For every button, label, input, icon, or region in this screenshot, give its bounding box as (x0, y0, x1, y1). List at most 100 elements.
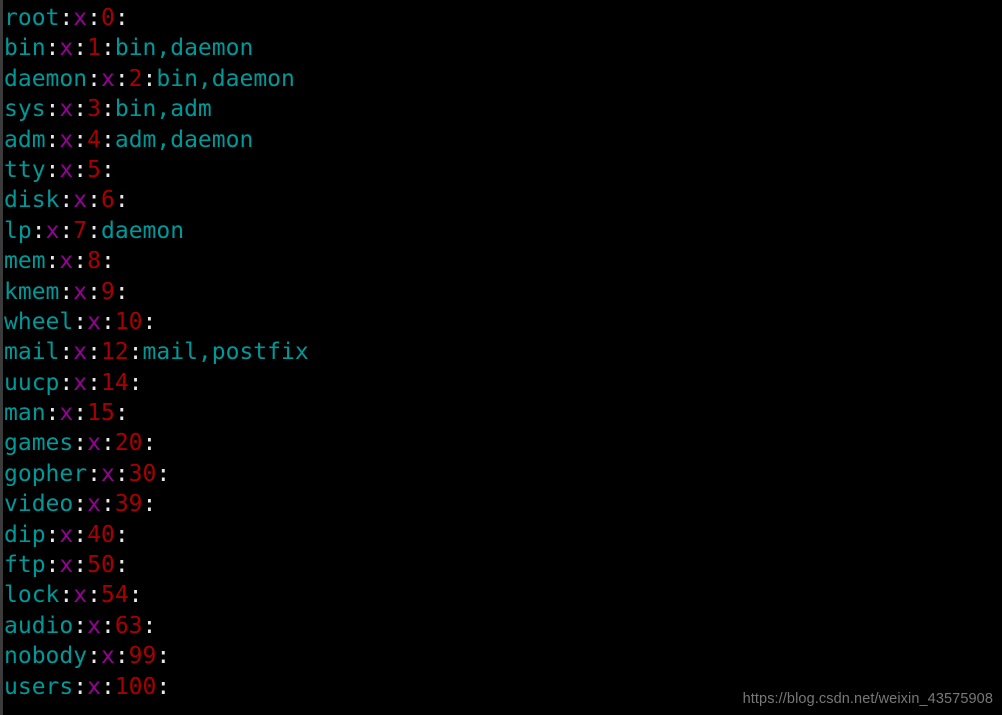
group-gid: 2 (128, 65, 143, 92)
group-entry-line: mail:x:12:mail,postfix (4, 337, 994, 367)
field-separator: : (45, 156, 60, 183)
field-separator: : (73, 673, 88, 700)
field-separator: : (100, 308, 115, 335)
group-entry-line: dip:x:40: (4, 520, 994, 550)
group-password-placeholder: x (73, 278, 88, 305)
group-name: wheel (4, 308, 74, 335)
field-separator: : (100, 673, 115, 700)
group-entry-line: video:x:39: (4, 489, 994, 519)
field-separator: : (45, 248, 60, 275)
group-name: kmem (4, 278, 60, 305)
group-password-placeholder: x (73, 187, 88, 214)
group-name: root (4, 5, 60, 31)
group-gid: 39 (114, 491, 143, 518)
field-separator: : (59, 339, 74, 366)
field-separator: : (59, 217, 74, 244)
field-separator: : (87, 582, 101, 609)
field-separator: : (45, 35, 60, 62)
field-separator: : (87, 369, 101, 396)
terminal-output: root:x:0: bin:x:1:bin,daemon daemon:x:2:bi… (4, 0, 994, 702)
group-name: mail (4, 339, 60, 366)
group-members: mail,postfix (142, 339, 309, 366)
group-entry-line: mem:x:8: (4, 246, 994, 276)
terminal-window[interactable]: root:x:0: bin:x:1:bin,daemon daemon:x:2:bi… (0, 0, 1002, 715)
group-entry-line: tty:x:5: (4, 155, 994, 185)
group-name: gopher (4, 460, 88, 487)
group-gid: 4 (87, 126, 101, 153)
field-separator: : (114, 460, 129, 487)
group-name: dip (4, 521, 46, 548)
group-password-placeholder: x (59, 35, 74, 62)
group-gid: 99 (128, 643, 157, 670)
group-password-placeholder: x (73, 339, 88, 366)
group-name: bin (4, 35, 46, 62)
field-separator: : (128, 582, 143, 609)
field-separator: : (59, 369, 74, 396)
group-password-placeholder: x (100, 460, 115, 487)
field-separator: : (114, 552, 129, 579)
group-gid: 30 (128, 460, 157, 487)
group-entry-line: man:x:15: (4, 398, 994, 428)
group-password-placeholder: x (45, 217, 60, 244)
group-password-placeholder: x (59, 400, 74, 427)
field-separator: : (114, 521, 129, 548)
group-name: daemon (4, 65, 88, 92)
group-name: tty (4, 156, 46, 183)
field-separator: : (100, 430, 115, 457)
group-gid: 12 (100, 339, 129, 366)
field-separator: : (114, 278, 129, 305)
field-separator: : (87, 217, 101, 244)
field-separator: : (100, 248, 115, 275)
group-name: audio (4, 612, 74, 639)
group-password-placeholder: x (87, 673, 101, 700)
field-separator: : (142, 491, 157, 518)
group-gid: 100 (114, 673, 157, 700)
field-separator: : (31, 217, 46, 244)
field-separator: : (142, 430, 157, 457)
field-separator: : (87, 339, 101, 366)
terminal-left-edge-strip (0, 0, 3, 715)
group-entry-line: audio:x:63: (4, 611, 994, 641)
field-separator: : (156, 460, 171, 487)
field-separator: : (87, 460, 101, 487)
group-password-placeholder: x (87, 491, 101, 518)
field-separator: : (114, 400, 129, 427)
group-password-placeholder: x (59, 552, 74, 579)
group-password-placeholder: x (100, 65, 115, 92)
group-gid: 63 (114, 612, 143, 639)
group-password-placeholder: x (73, 5, 88, 31)
group-name: lock (4, 582, 60, 609)
field-separator: : (100, 491, 115, 518)
field-separator: : (59, 187, 74, 214)
field-separator: : (87, 65, 101, 92)
group-entry-line: lock:x:54: (4, 580, 994, 610)
field-separator: : (73, 126, 88, 153)
field-separator: : (73, 612, 88, 639)
group-name: video (4, 491, 74, 518)
group-password-placeholder: x (73, 369, 88, 396)
group-gid: 5 (87, 156, 101, 183)
group-members: bin,daemon (114, 35, 254, 62)
field-separator: : (100, 156, 115, 183)
group-password-placeholder: x (73, 582, 88, 609)
group-gid: 40 (87, 521, 115, 548)
group-gid: 9 (100, 278, 115, 305)
group-password-placeholder: x (59, 521, 74, 548)
field-separator: : (73, 521, 88, 548)
group-password-placeholder: x (100, 643, 115, 670)
group-entry-line: nobody:x:99: (4, 641, 994, 671)
group-entry-line: games:x:20: (4, 428, 994, 458)
field-separator: : (45, 96, 60, 123)
group-gid: 15 (87, 400, 115, 427)
group-name: users (4, 673, 74, 700)
field-separator: : (128, 369, 143, 396)
group-members: daemon (101, 217, 185, 244)
group-entry-line: wheel:x:10: (4, 307, 994, 337)
field-separator: : (114, 643, 129, 670)
group-gid: 0 (100, 5, 115, 31)
group-gid: 8 (87, 248, 101, 275)
field-separator: : (87, 5, 101, 31)
group-name: man (4, 400, 46, 427)
group-password-placeholder: x (59, 126, 74, 153)
field-separator: : (128, 339, 143, 366)
